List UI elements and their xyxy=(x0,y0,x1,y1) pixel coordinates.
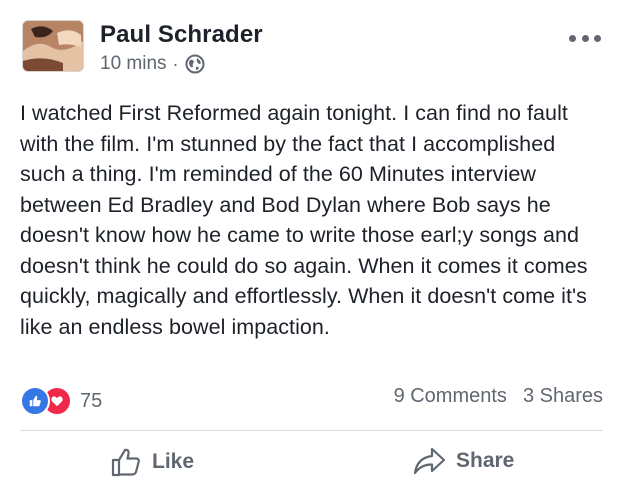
post-text: I watched First Reformed again tonight. … xyxy=(20,101,588,339)
post-timestamp[interactable]: 10 mins xyxy=(100,53,167,75)
reaction-count: 75 xyxy=(80,389,103,412)
avatar[interactable] xyxy=(22,20,84,72)
shares-count-link[interactable]: 3 Shares xyxy=(523,385,603,408)
share-arrow-icon xyxy=(413,447,446,475)
post-stats: 75 9 Comments 3 Shares xyxy=(20,382,603,416)
more-options-icon[interactable] xyxy=(569,30,601,46)
divider xyxy=(20,430,603,431)
meta-separator: · xyxy=(172,53,179,74)
like-reaction-icon xyxy=(20,386,50,416)
share-button[interactable]: Share xyxy=(412,446,514,476)
post-meta: 10 mins · xyxy=(100,53,205,75)
author-name[interactable]: Paul Schrader xyxy=(100,21,263,49)
like-label: Like xyxy=(152,450,195,473)
thumbs-up-icon xyxy=(111,448,140,477)
reactions-summary[interactable]: 75 xyxy=(20,386,102,416)
globe-icon[interactable] xyxy=(185,54,205,74)
post-header: Paul Schrader 10 mins · xyxy=(0,0,621,90)
engagement-counts: 9 Comments 3 Shares xyxy=(394,385,603,408)
action-bar: Like Share xyxy=(0,440,621,490)
avatar-image xyxy=(23,21,83,71)
share-label: Share xyxy=(456,449,515,472)
comments-count-link[interactable]: 9 Comments xyxy=(394,385,507,408)
like-button[interactable]: Like xyxy=(110,446,194,478)
